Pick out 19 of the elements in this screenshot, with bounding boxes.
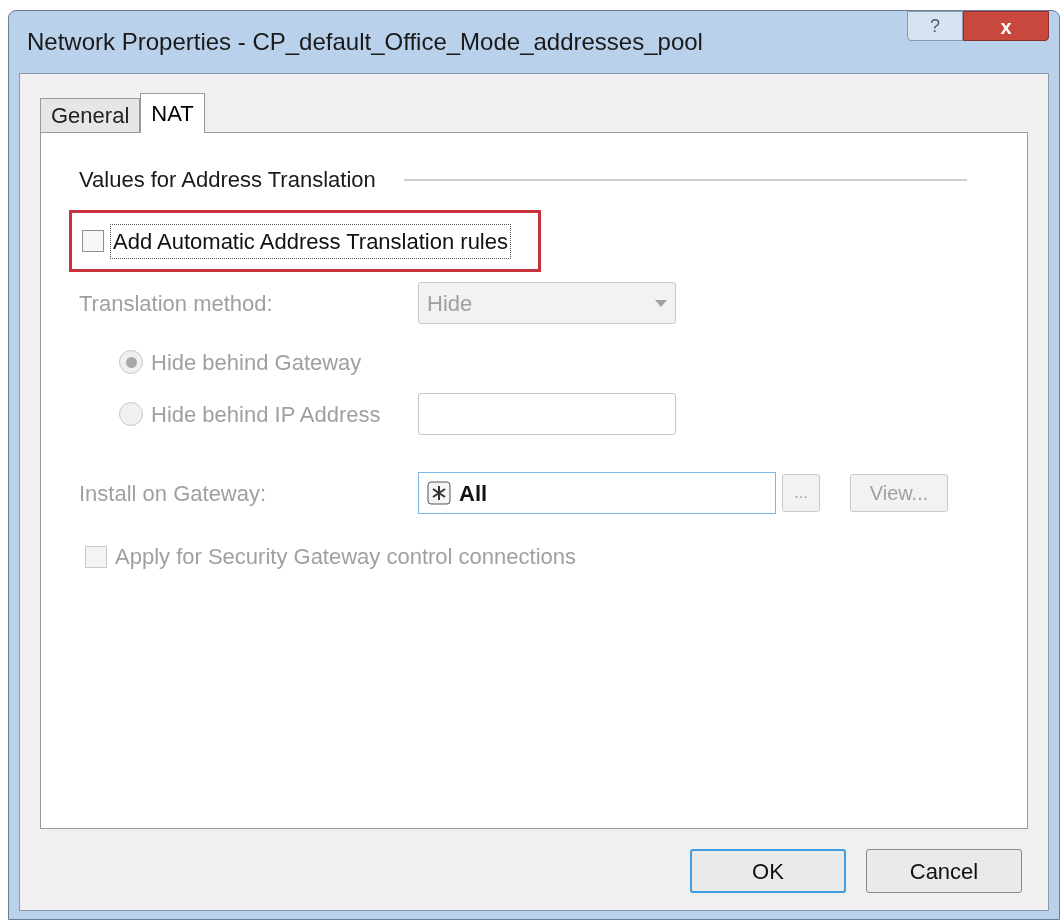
gateway-value: All <box>459 479 488 508</box>
tab[interactable]: General <box>40 98 141 132</box>
help-button[interactable]: ? <box>907 11 963 41</box>
ip-address-field[interactable] <box>418 393 676 435</box>
checkbox[interactable] <box>82 230 104 252</box>
tab[interactable]: NAT <box>140 93 205 133</box>
close-button[interactable]: x <box>963 11 1049 41</box>
chevron-down-icon <box>655 299 667 307</box>
window-title: Network Properties - CP_default_Office_Mode_addresses_pool <box>26 27 704 57</box>
field-label: Translation method: <box>79 289 274 318</box>
radio-label: Hide behind Gateway <box>151 348 362 377</box>
asterisk-box-icon <box>427 481 451 505</box>
dialog-button[interactable]: OK <box>690 849 846 893</box>
field-label: Install on Gateway: <box>79 479 268 508</box>
checkbox-label[interactable]: Add Automatic Address Translation rules <box>110 223 511 259</box>
dropdown-value: Hide <box>427 289 474 318</box>
group-title: Values for Address Translation <box>79 166 376 194</box>
radio-label: Hide behind IP Address <box>151 400 381 429</box>
dialog-button[interactable]: Cancel <box>866 849 1022 893</box>
